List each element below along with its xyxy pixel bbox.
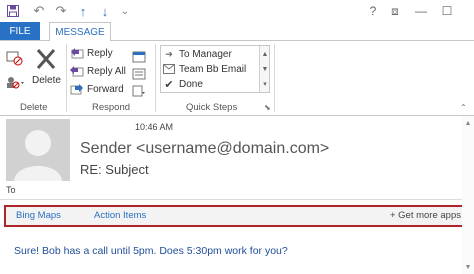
- meeting-icon[interactable]: [132, 50, 146, 63]
- forward-label: Forward: [87, 83, 124, 95]
- ribbon-separator: [66, 44, 67, 112]
- get-more-apps-link[interactable]: + Get more apps: [390, 210, 461, 221]
- redo-icon[interactable]: ↷: [54, 3, 68, 18]
- tab-file[interactable]: FILE: [0, 22, 40, 41]
- sender-address[interactable]: Sender <username@domain.com>: [80, 140, 329, 158]
- reply-all-button[interactable]: Reply All: [70, 65, 126, 77]
- maximize-glyph: ☐: [441, 4, 453, 18]
- minimize-button[interactable]: —: [412, 2, 430, 20]
- undo-icon[interactable]: ↶: [32, 3, 46, 18]
- ribbon-display-glyph: ⧈: [391, 3, 399, 18]
- quick-step-done[interactable]: ✔ Done: [163, 77, 203, 91]
- scroll-up-icon[interactable]: ▲: [261, 47, 269, 61]
- maximize-button[interactable]: ☐: [438, 2, 456, 20]
- quick-steps-group-label: Quick Steps: [186, 102, 238, 113]
- reply-label: Reply: [87, 47, 113, 59]
- minimize-glyph: —: [415, 4, 427, 18]
- sender-avatar: [6, 119, 70, 181]
- message-subject: RE: Subject: [80, 162, 149, 177]
- ribbon-separator: [155, 44, 156, 112]
- dialog-launcher-icon[interactable]: ⬊: [264, 103, 271, 112]
- forward-button[interactable]: Forward: [70, 83, 124, 95]
- reply-icon: [70, 47, 84, 59]
- quick-steps-gallery: ➔ To Manager Team Bb Email ✔ Done ▲ ▼ ▾: [160, 45, 270, 93]
- ignore-icon[interactable]: [6, 50, 24, 66]
- customize-qat-icon[interactable]: ⌄: [118, 4, 132, 18]
- expand-gallery-icon[interactable]: ▾: [261, 77, 269, 91]
- reading-pane-scrollbar[interactable]: ▲ ▼: [462, 116, 474, 274]
- app-bing-maps[interactable]: Bing Maps: [16, 210, 61, 221]
- tab-message[interactable]: MESSAGE: [49, 22, 111, 41]
- up-arrow-icon[interactable]: ↑: [76, 4, 90, 19]
- quick-step-label: To Manager: [179, 48, 232, 60]
- junk-icon[interactable]: [5, 74, 27, 90]
- message-body: Sure! Bob has a call until 5pm. Does 5:3…: [14, 245, 288, 257]
- ribbon-display-button[interactable]: ⧈: [386, 2, 404, 20]
- quick-step-label: Done: [179, 78, 203, 90]
- header-divider: [0, 199, 474, 200]
- collapse-ribbon-icon[interactable]: ⌃: [460, 103, 467, 112]
- delete-icon[interactable]: [36, 48, 56, 70]
- down-arrow-icon[interactable]: ↓: [98, 4, 112, 19]
- quick-step-to-manager[interactable]: ➔ To Manager: [163, 47, 232, 61]
- quick-step-label: Team Bb Email: [179, 63, 247, 75]
- scroll-up-arrow[interactable]: ▲: [462, 118, 474, 128]
- apps-bar: Bing Maps Action Items + Get more apps: [4, 205, 469, 227]
- scroll-down-arrow[interactable]: ▼: [462, 262, 474, 272]
- delete-group-label: Delete: [20, 102, 48, 113]
- app-action-items[interactable]: Action Items: [94, 210, 146, 221]
- respond-group-label: Respond: [92, 102, 131, 113]
- reply-button[interactable]: Reply: [70, 47, 113, 59]
- forward-icon: [70, 83, 84, 95]
- quick-steps-scroll[interactable]: ▲ ▼ ▾: [259, 46, 269, 92]
- quick-step-team-email[interactable]: Team Bb Email: [163, 62, 246, 76]
- checkmark-icon: ✔: [164, 78, 174, 91]
- scroll-down-icon[interactable]: ▼: [261, 62, 269, 76]
- delete-button-label[interactable]: Delete: [32, 75, 61, 86]
- help-glyph: ?: [369, 4, 377, 18]
- received-time: 10:46 AM: [135, 122, 174, 132]
- team-email-icon: [163, 64, 175, 75]
- reply-all-icon: [70, 65, 84, 77]
- forward-arrow-icon: ➔: [165, 48, 173, 59]
- to-label: To: [6, 185, 16, 195]
- ribbon-separator: [274, 44, 275, 112]
- help-button[interactable]: ?: [364, 2, 382, 20]
- reply-all-label: Reply All: [87, 65, 126, 77]
- save-icon[interactable]: [6, 4, 20, 18]
- more-respond-icon[interactable]: [132, 84, 146, 97]
- im-icon[interactable]: [132, 67, 146, 80]
- customize-qat-glyph: ⌄: [120, 5, 130, 17]
